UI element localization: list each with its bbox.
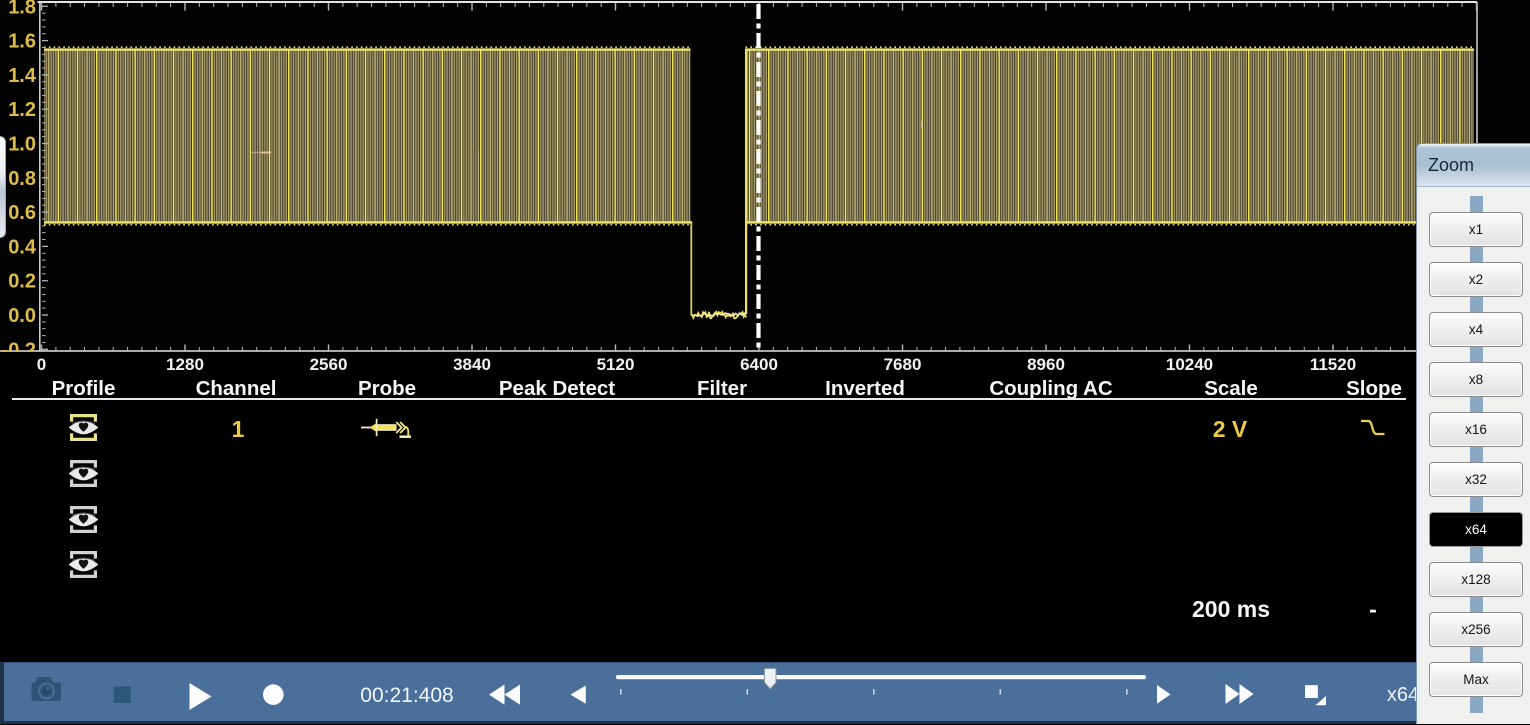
svg-text:1.6: 1.6 [8, 31, 36, 53]
svg-text:-0.2: -0.2 [2, 339, 36, 352]
svg-text:1.8: 1.8 [8, 0, 36, 18]
svg-text:1.4: 1.4 [8, 65, 37, 87]
svg-text:1.2: 1.2 [8, 99, 36, 121]
svg-text:0.6: 0.6 [8, 202, 36, 224]
svg-text:0.8: 0.8 [8, 168, 36, 190]
svg-text:1.0: 1.0 [8, 134, 36, 156]
svg-text:0.4: 0.4 [8, 236, 37, 258]
svg-text:0.0: 0.0 [8, 305, 36, 327]
svg-text:0.2: 0.2 [8, 271, 36, 293]
